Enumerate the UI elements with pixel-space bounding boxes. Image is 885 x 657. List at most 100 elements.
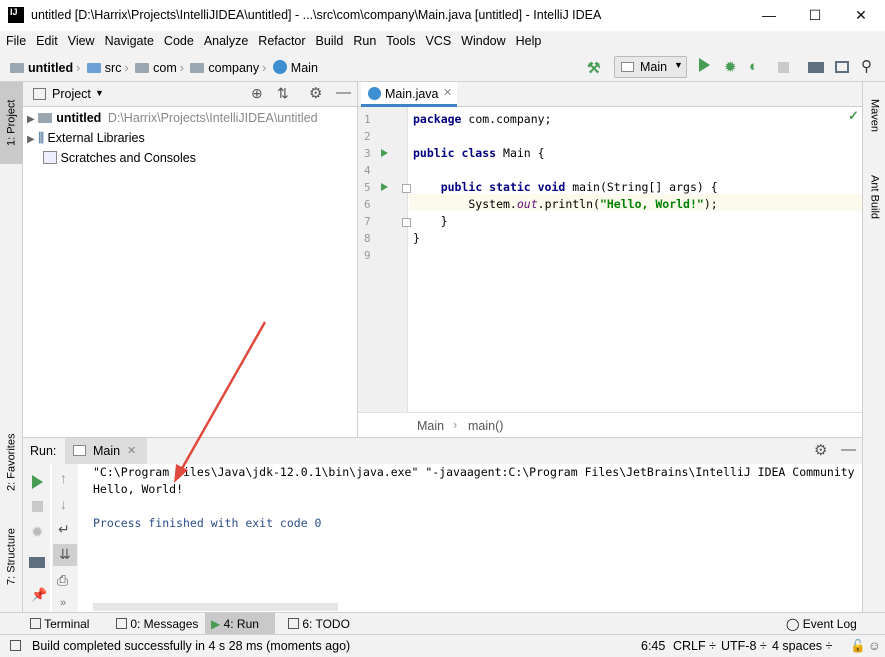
search-icon[interactable]: ⚲ bbox=[861, 57, 877, 75]
tool-tab-label: Event Log bbox=[802, 617, 857, 631]
tool-tab-ant-build[interactable]: Ant Build bbox=[863, 162, 885, 232]
scroll-to-end-button[interactable]: ⇊ bbox=[53, 544, 77, 566]
code-text: ); bbox=[703, 197, 718, 211]
tool-tab-project[interactable]: 1: Project bbox=[0, 82, 23, 164]
inspector-icon[interactable]: ☺ bbox=[868, 639, 881, 653]
stop-icon[interactable] bbox=[32, 501, 43, 512]
fold-icon[interactable] bbox=[402, 184, 411, 193]
breadcrumb-src[interactable]: src bbox=[105, 61, 122, 75]
indent-setting[interactable]: 4 spaces ÷ bbox=[772, 639, 832, 653]
lock-icon[interactable]: 🔓 bbox=[850, 639, 866, 654]
tool-tab-label: 6: TODO bbox=[302, 617, 350, 631]
status-bar: Build completed successfully in 4 s 28 m… bbox=[0, 634, 885, 657]
menu-edit[interactable]: Edit bbox=[30, 31, 62, 48]
hide-icon[interactable]: — bbox=[336, 84, 351, 101]
tool-tab-run[interactable]: ▶ 4: Run bbox=[205, 613, 275, 635]
code-line-1[interactable]: package com.company; bbox=[413, 112, 551, 126]
layout-icon[interactable] bbox=[835, 61, 849, 73]
locate-icon[interactable]: ⊕ bbox=[251, 85, 263, 102]
rerun-icon[interactable] bbox=[32, 475, 43, 489]
menu-view[interactable]: View bbox=[62, 31, 99, 48]
breadcrumb-company[interactable]: company bbox=[208, 61, 259, 75]
tool-tab-messages[interactable]: 0: Messages bbox=[110, 613, 204, 635]
code-line-3[interactable]: public class Main { bbox=[413, 146, 545, 160]
menu-navigate[interactable]: Navigate bbox=[99, 31, 158, 48]
code-line-8[interactable]: } bbox=[413, 231, 420, 245]
menu-analyze[interactable]: Analyze bbox=[198, 31, 252, 48]
tree-item-label: Scratches and Consoles bbox=[60, 151, 196, 165]
tree-item-external-libraries[interactable]: ▶ ⫼ External Libraries bbox=[27, 131, 145, 146]
chevron-down-icon[interactable]: ▼ bbox=[95, 88, 104, 98]
project-panel-title[interactable]: Project bbox=[52, 87, 91, 101]
package-icon bbox=[190, 63, 205, 73]
run-tab-main[interactable]: Main ✕ bbox=[65, 438, 147, 464]
run-config-selector[interactable]: Main ▼ bbox=[614, 56, 687, 78]
tree-item-scratches[interactable]: Scratches and Consoles bbox=[43, 151, 196, 165]
more-icon[interactable]: » bbox=[60, 597, 66, 609]
editor-crumb-method[interactable]: main() bbox=[468, 419, 503, 433]
soft-wrap-icon[interactable]: ↵ bbox=[58, 521, 70, 538]
tool-tab-terminal[interactable]: Terminal bbox=[24, 613, 95, 635]
tool-tab-favorites-label: 2: Favorites bbox=[5, 433, 18, 491]
run-gutter-icon[interactable] bbox=[381, 149, 388, 157]
code-line-5[interactable]: public static void main(String[] args) { bbox=[413, 180, 718, 194]
collapse-icon[interactable]: ⇅ bbox=[277, 85, 289, 102]
editor-crumb-class[interactable]: Main bbox=[417, 419, 444, 433]
menu-run[interactable]: Run bbox=[347, 31, 380, 48]
project-structure-icon[interactable] bbox=[808, 62, 824, 73]
arrow-down-icon[interactable]: ↓ bbox=[60, 496, 67, 512]
close-button[interactable]: ✕ bbox=[838, 0, 884, 31]
tree-item-untitled[interactable]: ▶ untitled D:\Harrix\Projects\IntelliJID… bbox=[27, 111, 318, 125]
menu-vcs[interactable]: VCS bbox=[419, 31, 455, 48]
menu-file[interactable]: File bbox=[0, 31, 30, 48]
tool-tab-event-log[interactable]: ◯ Event Log bbox=[780, 613, 863, 635]
status-panel-icon[interactable] bbox=[10, 639, 21, 653]
build-hammer-icon[interactable]: ⚒ bbox=[587, 59, 603, 77]
tool-tab-maven[interactable]: Maven bbox=[863, 86, 885, 146]
menu-build[interactable]: Build bbox=[310, 31, 348, 48]
gear-icon[interactable]: ⚙ bbox=[309, 84, 322, 102]
arrow-up-icon[interactable]: ↑ bbox=[60, 470, 67, 486]
status-message[interactable]: Build completed successfully in 4 s 28 m… bbox=[32, 639, 350, 653]
coverage-icon[interactable]: ◐ bbox=[749, 58, 765, 75]
pin-icon[interactable]: 📌 bbox=[31, 587, 47, 603]
debug-icon[interactable]: ✹ bbox=[31, 523, 44, 541]
run-gutter-icon[interactable] bbox=[381, 183, 388, 191]
run-icon[interactable] bbox=[699, 58, 710, 72]
menu-tools[interactable]: Tools bbox=[380, 31, 419, 48]
file-encoding[interactable]: UTF-8 ÷ bbox=[721, 639, 767, 653]
print-icon[interactable]: ⎙ bbox=[57, 572, 68, 589]
menu-refactor[interactable]: Refactor bbox=[252, 31, 309, 48]
gear-icon[interactable]: ⚙ bbox=[814, 441, 827, 459]
code-text: Main { bbox=[496, 146, 545, 160]
code-line-7[interactable]: } bbox=[413, 214, 448, 228]
breadcrumb-com[interactable]: com bbox=[153, 61, 177, 75]
menu-help[interactable]: Help bbox=[510, 31, 546, 48]
layout-icon[interactable] bbox=[29, 557, 45, 568]
line-separator[interactable]: CRLF ÷ bbox=[673, 639, 716, 653]
title-bar: IJ untitled [D:\Harrix\Projects\IntelliJ… bbox=[0, 0, 885, 31]
code-line-6[interactable]: System.out.println("Hello, World!"); bbox=[413, 197, 718, 211]
tool-tab-todo[interactable]: 6: TODO bbox=[282, 613, 356, 635]
stop-icon[interactable] bbox=[778, 62, 789, 73]
caret-position[interactable]: 6:45 bbox=[641, 639, 665, 653]
tool-tab-favorites[interactable]: 2: Favorites bbox=[0, 422, 23, 502]
tool-tab-structure[interactable]: 7: Structure bbox=[0, 512, 23, 602]
fold-icon[interactable] bbox=[402, 218, 411, 227]
minimize-button[interactable]: — bbox=[746, 0, 792, 31]
code-keyword: public class bbox=[413, 146, 497, 160]
horizontal-scrollbar[interactable] bbox=[93, 603, 338, 611]
close-icon[interactable]: ✕ bbox=[443, 86, 452, 99]
hide-icon[interactable]: — bbox=[841, 441, 856, 458]
menu-window[interactable]: Window bbox=[455, 31, 509, 48]
debug-icon[interactable]: ✹ bbox=[724, 58, 740, 76]
breadcrumb-untitled[interactable]: untitled bbox=[28, 61, 73, 75]
menu-code[interactable]: Code bbox=[158, 31, 198, 48]
maximize-button[interactable]: ☐ bbox=[792, 0, 838, 31]
editor-tab-main-java[interactable]: Main.java ✕ bbox=[361, 82, 457, 107]
run-tab-label: Main bbox=[93, 444, 121, 458]
config-icon bbox=[621, 62, 634, 72]
inspection-ok-icon[interactable]: ✓ bbox=[848, 108, 859, 124]
breadcrumb-main[interactable]: Main bbox=[291, 61, 318, 75]
close-icon[interactable]: ✕ bbox=[127, 444, 136, 457]
